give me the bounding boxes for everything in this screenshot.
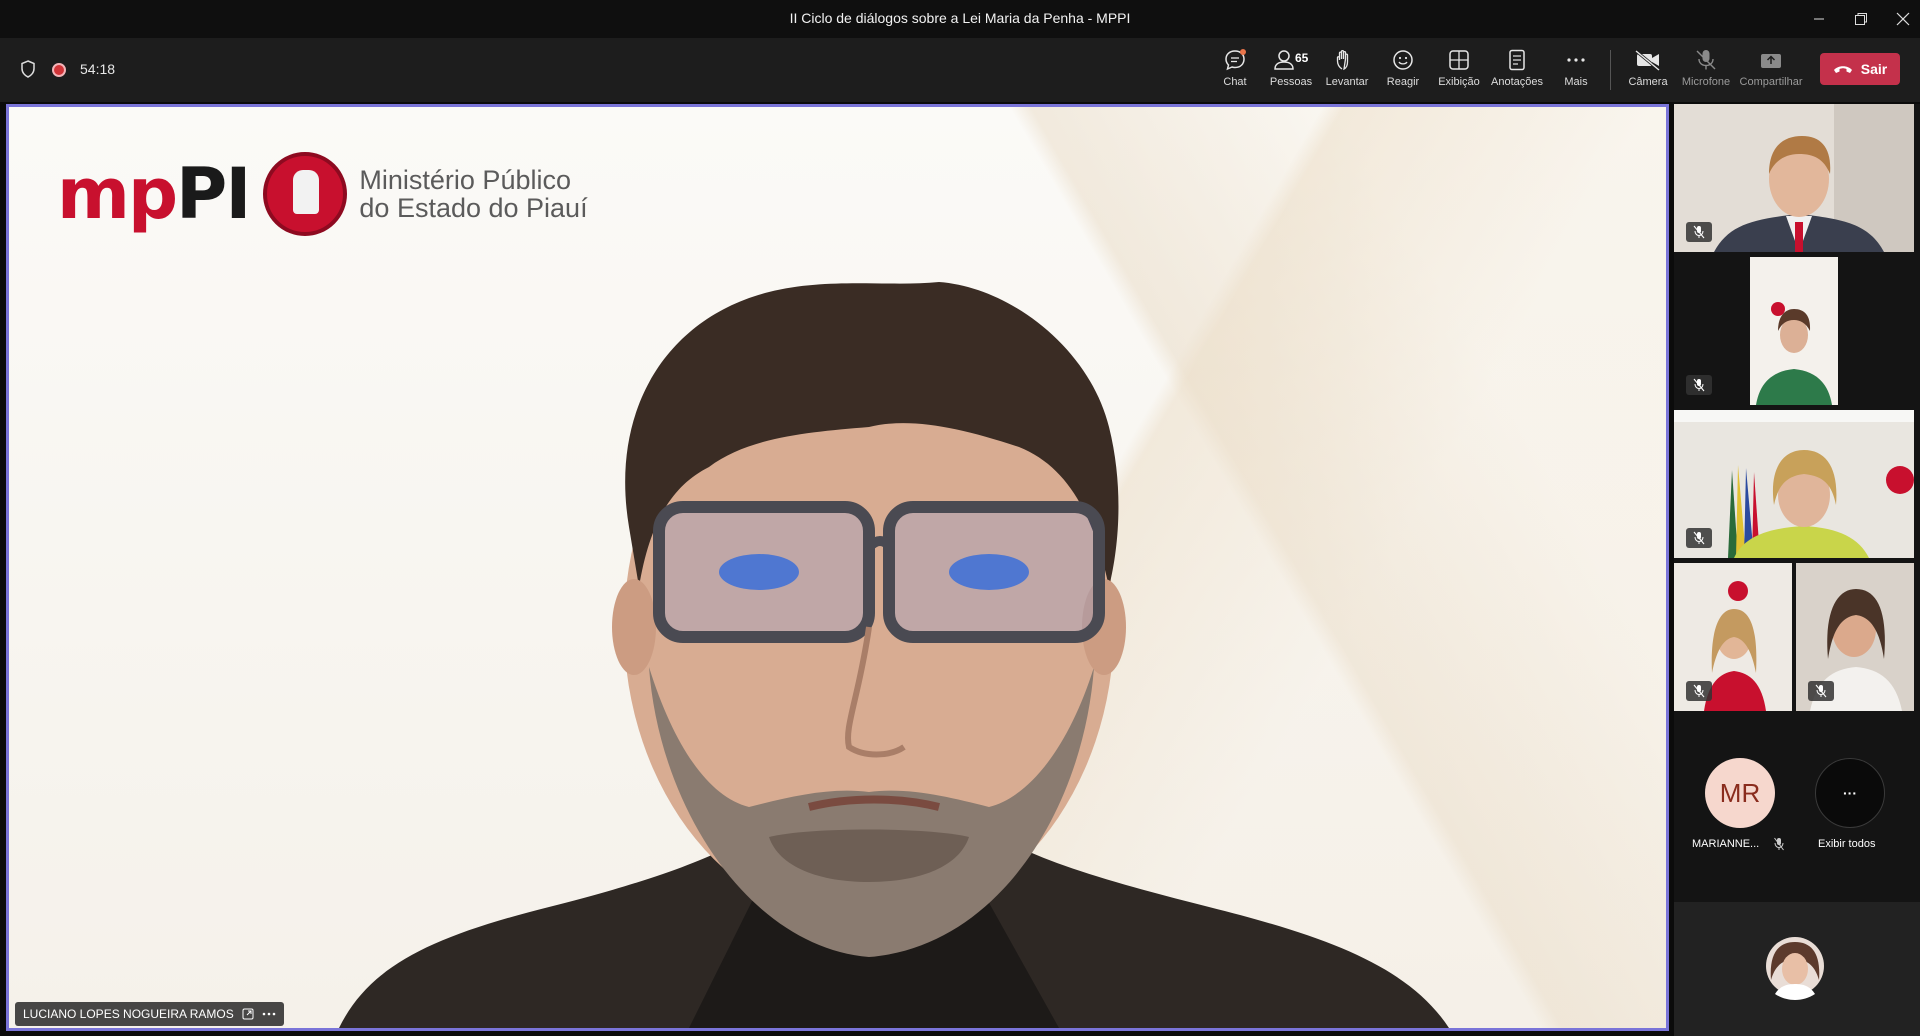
people-count: 65 — [1295, 51, 1309, 65]
participant-tile[interactable] — [1674, 563, 1792, 711]
minimize-icon — [1814, 18, 1824, 20]
restore-button[interactable] — [1838, 0, 1884, 38]
grid-icon — [1449, 50, 1469, 70]
participant-tile[interactable] — [1796, 563, 1914, 711]
meeting-toolbar: 54:18 Chat 65 Pessoas Levantar Reagir Ex… — [0, 38, 1920, 102]
chat-label: Chat — [1223, 76, 1247, 88]
microphone-button[interactable]: Microfone — [1677, 46, 1735, 94]
participant-mic-status — [1686, 375, 1712, 395]
pop-out-icon[interactable] — [242, 1008, 254, 1020]
share-button[interactable]: Compartilhar — [1737, 46, 1805, 94]
phone-hangup-icon — [1833, 66, 1852, 73]
main-video-stage[interactable]: mpPI Ministério Público do Estado do Pia… — [6, 104, 1669, 1031]
self-view-tile[interactable] — [1674, 902, 1920, 1036]
camera-off-icon — [1635, 49, 1660, 72]
camera-label: Câmera — [1628, 76, 1668, 88]
recording-icon — [52, 63, 66, 77]
mic-off-icon — [1696, 50, 1716, 70]
participant-tile[interactable] — [1674, 104, 1914, 252]
raise-hand-button[interactable]: Levantar — [1318, 46, 1376, 94]
speaker-name-tag: LUCIANO LOPES NOGUEIRA RAMOS — [15, 1002, 284, 1026]
title-bar: II Ciclo de diálogos sobre a Lei Maria d… — [0, 0, 1920, 38]
mic-off-icon — [1774, 837, 1784, 851]
react-button[interactable]: Reagir — [1374, 46, 1432, 94]
ellipsis-icon[interactable] — [262, 1012, 276, 1016]
hand-icon — [1336, 49, 1349, 71]
microphone-label: Microfone — [1681, 76, 1731, 88]
notes-button[interactable]: Anotações — [1488, 46, 1546, 94]
participant-mic-status — [1808, 681, 1834, 701]
shield-icon[interactable] — [20, 60, 36, 78]
smiley-icon — [1393, 50, 1413, 70]
restore-icon — [1855, 13, 1867, 25]
mic-off-icon — [1815, 684, 1827, 698]
react-label: Reagir — [1386, 76, 1420, 88]
share-label: Compartilhar — [1739, 76, 1803, 88]
show-all-button[interactable]: ··· — [1815, 758, 1885, 828]
people-label: Pessoas — [1269, 76, 1313, 88]
more-icon — [1567, 58, 1585, 62]
chat-button[interactable]: Chat — [1206, 46, 1264, 94]
people-icon — [1274, 50, 1294, 70]
participant-mic-status — [1686, 528, 1712, 548]
chat-icon — [1225, 50, 1245, 71]
share-icon — [1761, 54, 1781, 68]
meeting-timer: 54:18 — [80, 61, 116, 77]
camera-button[interactable]: Câmera — [1619, 46, 1677, 94]
participant-avatar[interactable]: MR — [1705, 758, 1775, 828]
more-button[interactable]: Mais — [1547, 46, 1605, 94]
mic-off-icon — [1693, 378, 1705, 392]
participant-gallery: MR MARIANNE... ··· Exibir todos — [1674, 104, 1920, 1036]
participant-tile[interactable] — [1674, 410, 1914, 558]
window-title: II Ciclo de diálogos sobre a Lei Maria d… — [789, 10, 1131, 26]
speaker-video — [339, 282, 1449, 1028]
speaker-name: LUCIANO LOPES NOGUEIRA RAMOS — [23, 1007, 234, 1021]
view-button[interactable]: Exibição — [1430, 46, 1488, 94]
view-label: Exibição — [1438, 76, 1480, 88]
self-view-avatar — [1766, 937, 1824, 1000]
notes-label: Anotações — [1491, 76, 1543, 88]
notes-icon — [1509, 49, 1525, 71]
leave-button[interactable]: Sair — [1820, 53, 1900, 85]
participant-mic-status — [1686, 222, 1712, 242]
raise-hand-label: Levantar — [1325, 76, 1369, 88]
mic-off-icon — [1693, 531, 1705, 545]
mic-off-icon — [1693, 225, 1705, 239]
more-label: Mais — [1564, 76, 1588, 88]
participant-mic-status — [1686, 681, 1712, 701]
leave-label: Sair — [1860, 61, 1888, 77]
chat-unread-dot — [1240, 49, 1246, 55]
show-all-label: Exibir todos — [1818, 838, 1876, 850]
participant-name: MARIANNE... — [1692, 838, 1760, 850]
close-icon — [1896, 12, 1910, 26]
participant-tile[interactable] — [1674, 257, 1914, 405]
people-button[interactable]: 65 Pessoas — [1262, 46, 1320, 94]
toolbar-divider — [1610, 50, 1611, 90]
mic-off-icon — [1693, 684, 1705, 698]
close-button[interactable] — [1880, 0, 1920, 38]
minimize-button[interactable] — [1796, 0, 1842, 38]
